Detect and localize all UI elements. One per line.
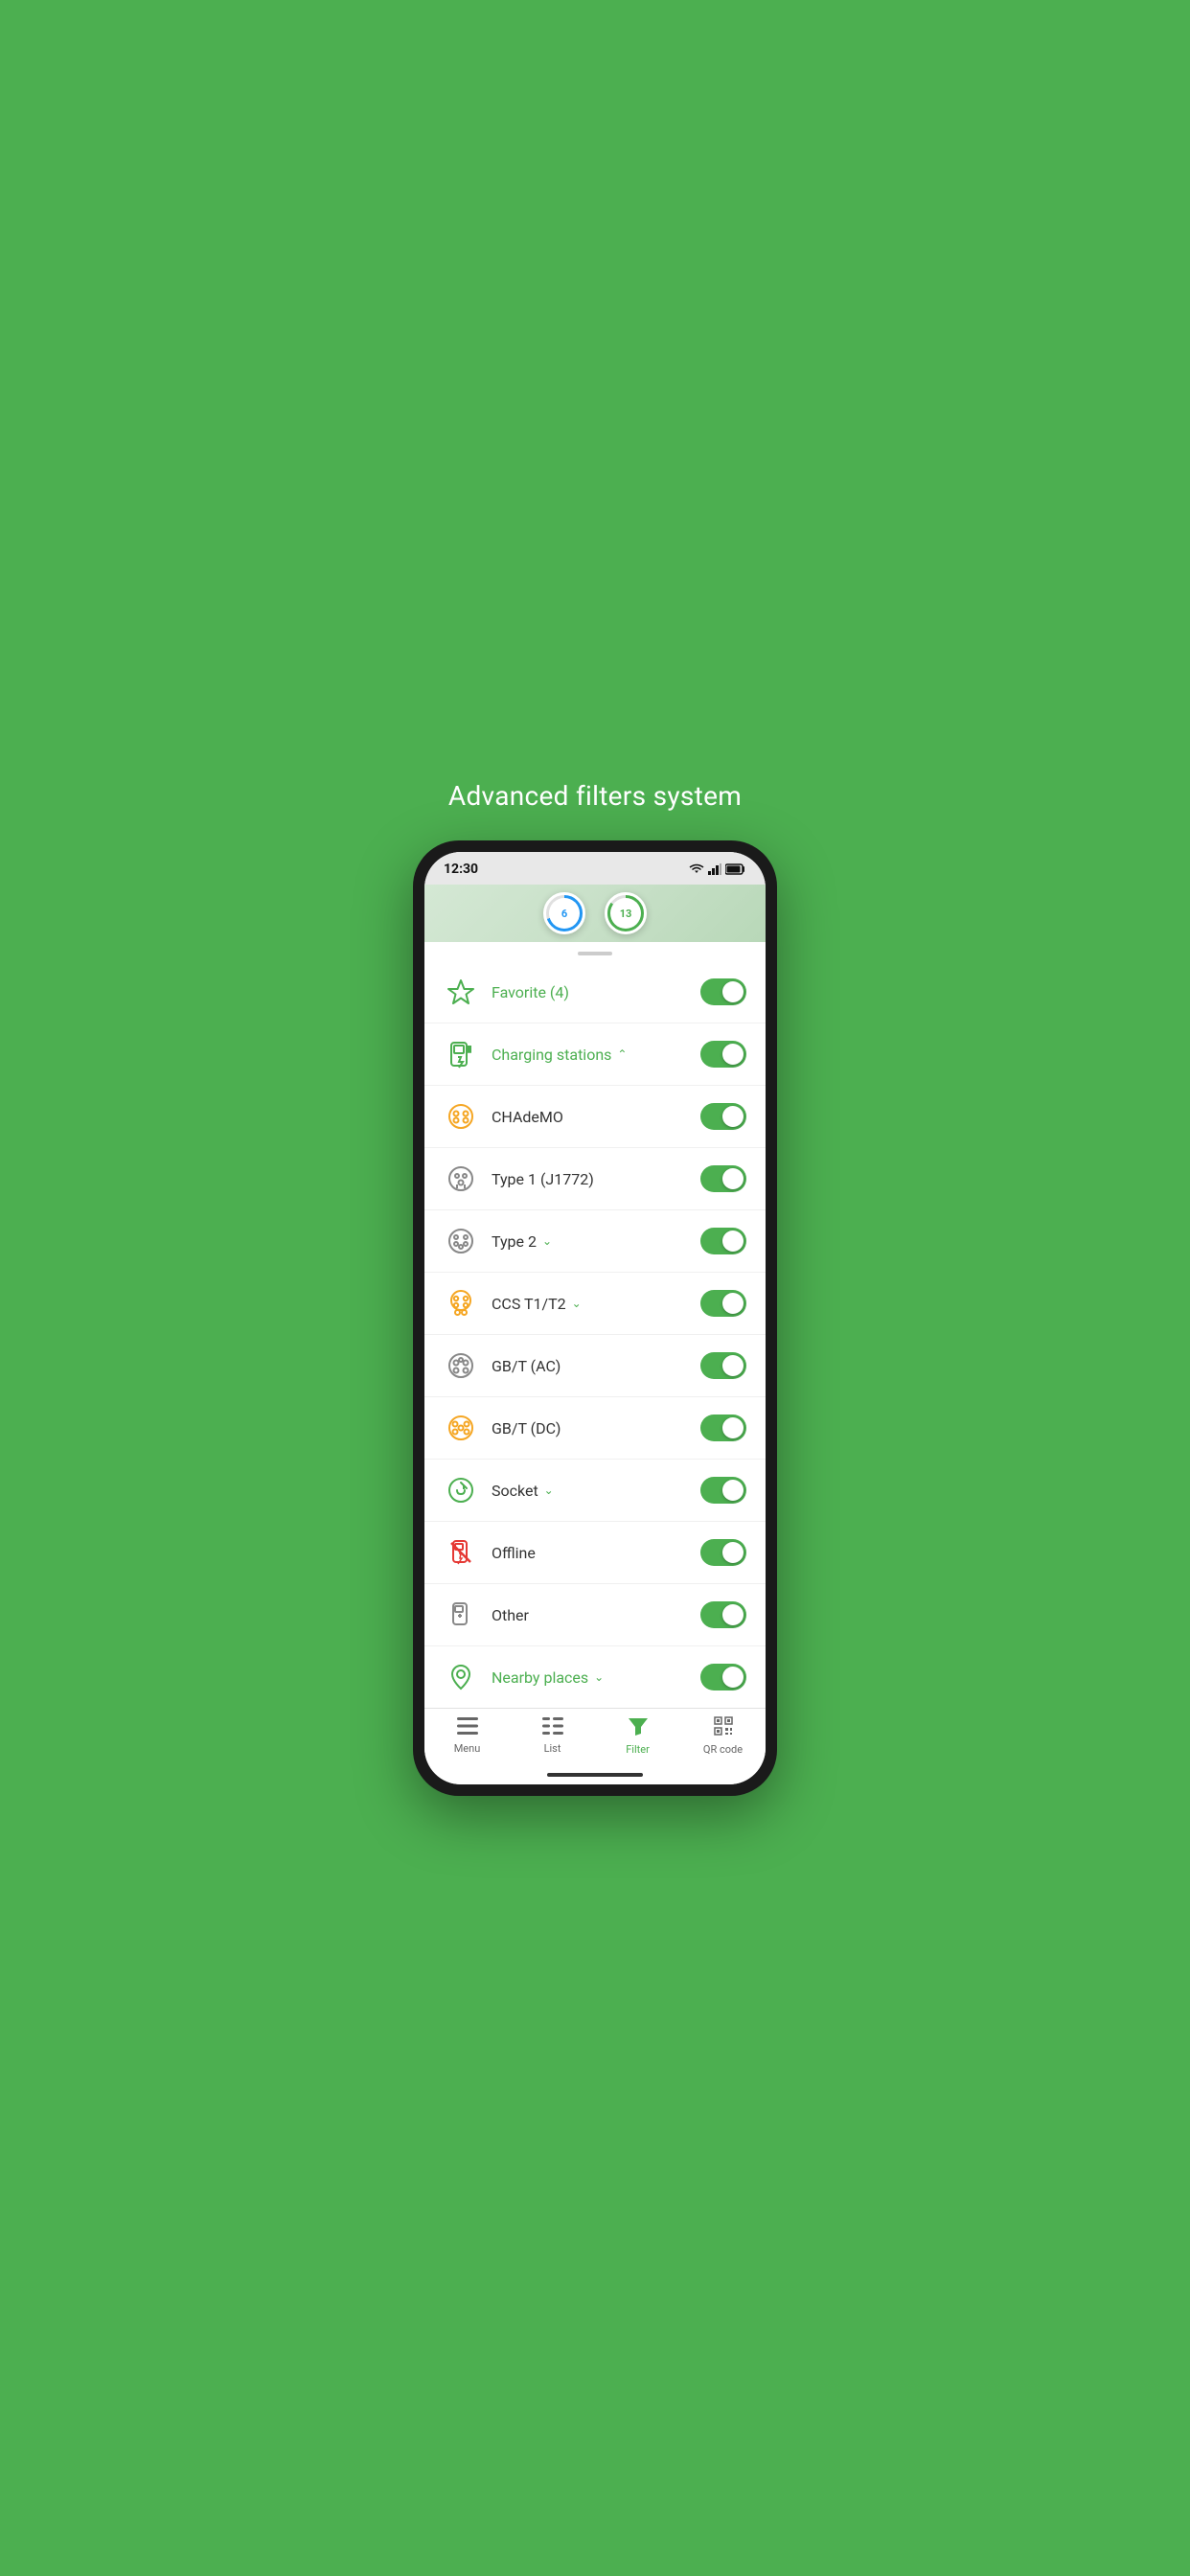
toggle-offline[interactable] xyxy=(700,1539,746,1566)
filter-item-other[interactable]: Other xyxy=(424,1584,766,1646)
favorite-icon xyxy=(444,975,478,1009)
toggle-charging-stations[interactable] xyxy=(700,1041,746,1068)
filter-item-favorite[interactable]: Favorite (4) xyxy=(424,961,766,1024)
map-marker-blue: 6 xyxy=(543,892,585,934)
type1-icon xyxy=(444,1162,478,1196)
status-time: 12:30 xyxy=(444,862,478,877)
other-label: Other xyxy=(492,1606,687,1624)
filter-icon xyxy=(629,1716,648,1740)
signal-icon xyxy=(708,863,721,875)
nav-item-menu[interactable]: Menu xyxy=(424,1716,510,1756)
socket-chevron: ⌄ xyxy=(544,1484,554,1497)
phone-frame: 12:30 xyxy=(413,840,777,1796)
gbt-ac-label: GB/T (AC) xyxy=(492,1357,687,1375)
filter-item-gbt-dc[interactable]: GB/T (DC) xyxy=(424,1397,766,1460)
toggle-gbt-ac[interactable] xyxy=(700,1352,746,1379)
socket-label: Socket ⌄ xyxy=(492,1482,687,1500)
wifi-icon xyxy=(689,863,704,875)
page-title: Advanced filters system xyxy=(448,780,742,812)
gbt-dc-label: GB/T (DC) xyxy=(492,1419,687,1438)
toggle-favorite[interactable] xyxy=(700,978,746,1005)
filter-item-socket[interactable]: Socket ⌄ xyxy=(424,1460,766,1522)
nav-item-filter[interactable]: Filter xyxy=(595,1716,680,1756)
nearby-icon xyxy=(444,1660,478,1694)
gbt-dc-icon xyxy=(444,1411,478,1445)
ccs-label: CCS T1/T2 ⌄ xyxy=(492,1295,687,1313)
type2-label: Type 2 ⌄ xyxy=(492,1232,687,1251)
type2-icon xyxy=(444,1224,478,1258)
map-preview: 6 13 xyxy=(424,885,766,942)
charging-stations-label: Charging stations ⌃ xyxy=(492,1046,687,1064)
toggle-ccs[interactable] xyxy=(700,1290,746,1317)
type2-chevron: ⌄ xyxy=(542,1234,552,1248)
offline-label: Offline xyxy=(492,1544,687,1562)
home-bar xyxy=(547,1773,643,1777)
offline-icon xyxy=(444,1535,478,1570)
filter-nav-label: Filter xyxy=(626,1743,650,1756)
toggle-type1[interactable] xyxy=(700,1165,746,1192)
filter-item-type1[interactable]: Type 1 (J1772) xyxy=(424,1148,766,1210)
ccs-icon xyxy=(444,1286,478,1321)
nav-item-qrcode[interactable]: QR code xyxy=(680,1716,766,1756)
bottom-nav: Menu List xyxy=(424,1708,766,1767)
chademo-icon xyxy=(444,1099,478,1134)
qrcode-nav-label: QR code xyxy=(703,1743,743,1756)
nearby-chevron: ⌄ xyxy=(594,1670,604,1684)
toggle-other[interactable] xyxy=(700,1601,746,1628)
map-marker-green: 13 xyxy=(605,892,647,934)
toggle-socket[interactable] xyxy=(700,1477,746,1504)
phone-screen: 12:30 xyxy=(424,852,766,1784)
battery-icon xyxy=(725,863,746,875)
chademo-label: CHAdeMO xyxy=(492,1108,687,1126)
list-icon xyxy=(542,1716,563,1739)
type1-label: Type 1 (J1772) xyxy=(492,1170,687,1188)
favorite-label: Favorite (4) xyxy=(492,983,687,1001)
filter-item-gbt-ac[interactable]: GB/T (AC) xyxy=(424,1335,766,1397)
filter-item-charging-stations[interactable]: Charging stations ⌃ xyxy=(424,1024,766,1086)
drawer-handle[interactable] xyxy=(424,942,766,961)
filter-item-offline[interactable]: Offline xyxy=(424,1522,766,1584)
filter-item-chademo[interactable]: CHAdeMO xyxy=(424,1086,766,1148)
gbt-ac-icon xyxy=(444,1348,478,1383)
filter-item-nearby[interactable]: Nearby places ⌄ xyxy=(424,1646,766,1708)
toggle-nearby[interactable] xyxy=(700,1664,746,1690)
ccs-chevron: ⌄ xyxy=(572,1297,582,1310)
toggle-gbt-dc[interactable] xyxy=(700,1414,746,1441)
charging-stations-icon xyxy=(444,1037,478,1071)
nav-item-list[interactable]: List xyxy=(510,1716,595,1756)
status-bar: 12:30 xyxy=(424,852,766,885)
socket-icon xyxy=(444,1473,478,1507)
toggle-chademo[interactable] xyxy=(700,1103,746,1130)
nearby-label: Nearby places ⌄ xyxy=(492,1668,687,1687)
menu-nav-label: Menu xyxy=(454,1742,481,1755)
handle-bar xyxy=(578,952,612,955)
filter-item-type2[interactable]: Type 2 ⌄ xyxy=(424,1210,766,1273)
outer-wrapper: Advanced filters system 12:30 xyxy=(394,780,796,1796)
list-nav-label: List xyxy=(544,1742,561,1755)
qrcode-icon xyxy=(714,1716,733,1740)
status-icons xyxy=(689,863,746,875)
home-indicator xyxy=(424,1767,766,1784)
charging-stations-chevron: ⌃ xyxy=(617,1047,627,1061)
other-icon xyxy=(444,1598,478,1632)
filter-item-ccs[interactable]: CCS T1/T2 ⌄ xyxy=(424,1273,766,1335)
menu-icon xyxy=(457,1716,478,1739)
toggle-type2[interactable] xyxy=(700,1228,746,1254)
filter-list: Favorite (4) Ch xyxy=(424,961,766,1708)
